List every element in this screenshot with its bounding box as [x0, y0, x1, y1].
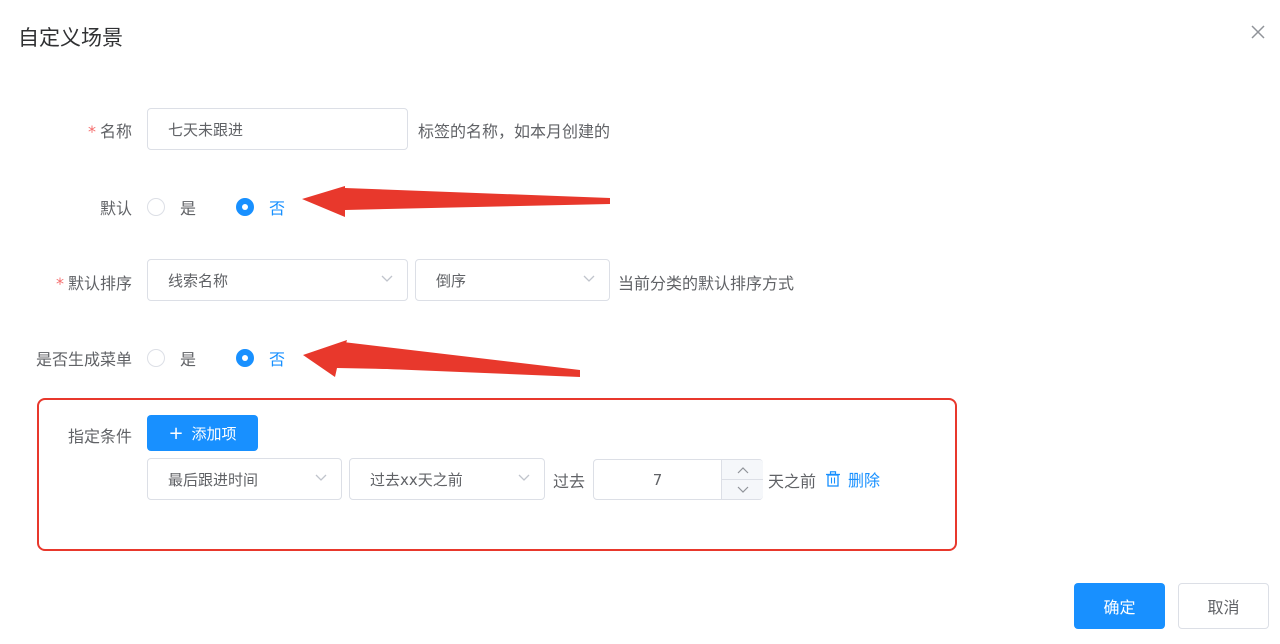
- radio-circle: [147, 349, 165, 367]
- chevron-down-icon: [737, 486, 748, 493]
- confirm-button[interactable]: 确定: [1074, 583, 1165, 629]
- generate-menu-radio-yes[interactable]: 是: [147, 346, 196, 370]
- stepper-down-button[interactable]: [721, 480, 763, 499]
- annotation-arrow-default: [302, 186, 610, 217]
- chevron-down-icon: [518, 474, 530, 481]
- radio-circle-checked: [236, 198, 254, 216]
- name-hint: 标签的名称，如本月创建的: [418, 122, 611, 141]
- sort-field-select[interactable]: 线索名称: [147, 259, 408, 301]
- radio-text: 否: [269, 199, 286, 218]
- default-radio-yes[interactable]: 是: [147, 195, 196, 219]
- sort-order-value: 倒序: [436, 271, 467, 290]
- name-input-value: 七天未跟进: [168, 120, 244, 139]
- condition-operator-select[interactable]: 过去xx天之前: [349, 458, 545, 500]
- required-mark: *: [87, 122, 96, 141]
- default-label: 默认: [99, 199, 132, 218]
- name-input[interactable]: 七天未跟进: [147, 108, 408, 150]
- chevron-down-icon: [381, 275, 393, 282]
- default-sort-hint: 当前分类的默认排序方式: [618, 274, 795, 293]
- radio-text: 否: [269, 350, 286, 369]
- default-sort-label: * 默认排序: [30, 270, 132, 294]
- condition-field-value: 最后跟进时间: [168, 470, 259, 489]
- conditions-label: 指定条件: [67, 427, 132, 446]
- condition-operator-value: 过去xx天之前: [370, 470, 463, 489]
- chevron-down-icon: [583, 275, 595, 282]
- stepper-up-button[interactable]: [721, 460, 763, 480]
- dialog-title: 自定义场景: [18, 26, 123, 50]
- sort-order-select[interactable]: 倒序: [415, 259, 610, 301]
- close-icon: [1251, 25, 1265, 39]
- delete-label: 删除: [848, 471, 881, 490]
- radio-circle: [147, 198, 165, 216]
- days-number-input[interactable]: 7: [593, 459, 763, 500]
- default-radio-no[interactable]: 否: [236, 195, 285, 219]
- cancel-button[interactable]: 取消: [1178, 583, 1269, 629]
- sort-field-value: 线索名称: [168, 271, 229, 290]
- name-label: * 名称: [60, 118, 132, 142]
- custom-scene-dialog: 自定义场景 * 名称 七天未跟进 标签的名称，如本月创建的 默认 是 否 * 默认排…: [0, 0, 1280, 644]
- chevron-up-icon: [737, 466, 748, 473]
- name-label-text: 名称: [99, 122, 132, 141]
- radio-circle-checked: [236, 349, 254, 367]
- chevron-down-icon: [315, 474, 327, 481]
- generate-menu-label: 是否生成菜单: [35, 350, 132, 369]
- close-button[interactable]: [1248, 22, 1268, 42]
- required-mark: *: [55, 274, 64, 293]
- delete-condition-button[interactable]: 删除: [826, 467, 880, 491]
- generate-menu-radio-no[interactable]: 否: [236, 346, 285, 370]
- default-sort-label-text: 默认排序: [67, 274, 132, 293]
- days-number-value: 7: [652, 470, 663, 489]
- plus-icon: +: [168, 422, 184, 444]
- radio-text: 是: [180, 350, 197, 369]
- condition-field-select[interactable]: 最后跟进时间: [147, 458, 342, 500]
- annotation-arrow-generate-menu: [303, 340, 580, 377]
- trash-icon: [826, 471, 840, 487]
- add-condition-label: 添加项: [191, 424, 237, 443]
- condition-prefix: 过去: [553, 472, 586, 491]
- radio-text: 是: [180, 199, 197, 218]
- add-condition-button[interactable]: + 添加项: [147, 415, 258, 451]
- condition-suffix: 天之前: [768, 472, 817, 491]
